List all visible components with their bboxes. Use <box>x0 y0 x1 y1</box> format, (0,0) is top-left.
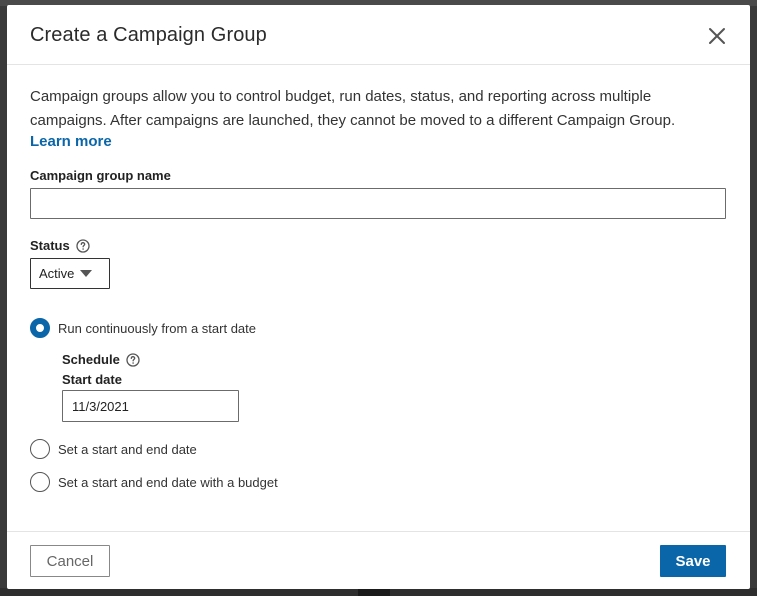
radio-run-continuously[interactable]: Run continuously from a start date <box>30 318 256 338</box>
status-dropdown[interactable]: Active <box>30 258 110 289</box>
campaign-group-name-input[interactable] <box>30 188 726 219</box>
radio-label: Run continuously from a start date <box>58 320 256 336</box>
dialog-body: Campaign groups allow you to control bud… <box>7 66 750 531</box>
schedule-label-row: Schedule <box>62 352 140 367</box>
radio-button-checked-icon[interactable] <box>30 318 50 338</box>
radio-start-end-date-budget[interactable]: Set a start and end date with a budget <box>30 472 278 492</box>
status-label-row: Status <box>30 238 90 253</box>
radio-button-icon[interactable] <box>30 439 50 459</box>
page-backdrop-bottom <box>0 588 757 596</box>
learn-more-link[interactable]: Learn more <box>30 133 112 150</box>
close-button[interactable] <box>706 25 728 47</box>
dialog-description: Campaign groups allow you to control bud… <box>30 88 676 129</box>
status-dropdown-value: Active <box>39 266 75 281</box>
backdrop-chip <box>358 588 390 596</box>
cancel-button[interactable]: Cancel <box>30 545 110 577</box>
radio-start-and-end-date[interactable]: Set a start and end date <box>30 439 197 459</box>
dialog-footer: Cancel Save <box>7 531 750 589</box>
save-button[interactable]: Save <box>660 545 726 577</box>
campaign-group-name-label: Campaign group name <box>30 168 171 183</box>
radio-label: Set a start and end date <box>58 441 197 457</box>
start-date-input[interactable] <box>62 390 239 422</box>
radio-button-icon[interactable] <box>30 472 50 492</box>
dialog-header: Create a Campaign Group <box>7 5 750 65</box>
create-campaign-group-dialog: Create a Campaign Group Campaign groups … <box>7 5 750 589</box>
help-icon[interactable] <box>76 238 90 253</box>
schedule-label: Schedule <box>62 352 120 367</box>
dialog-title: Create a Campaign Group <box>30 24 267 46</box>
caret-down-icon <box>80 270 93 277</box>
status-label: Status <box>30 238 70 253</box>
radio-label: Set a start and end date with a budget <box>58 474 278 490</box>
start-date-label: Start date <box>62 372 122 387</box>
help-icon[interactable] <box>126 352 140 367</box>
close-icon <box>709 28 725 44</box>
